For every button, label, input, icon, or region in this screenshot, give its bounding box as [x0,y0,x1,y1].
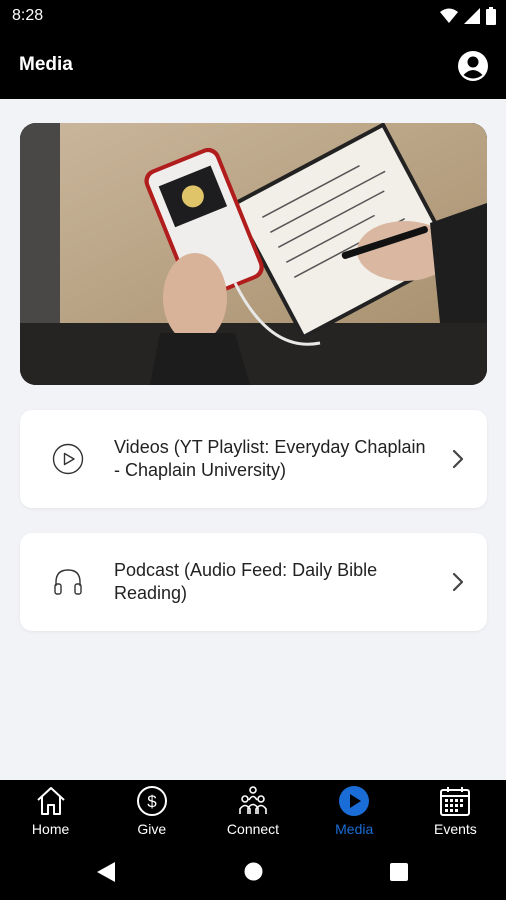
status-icons [440,7,496,25]
app-bar: Media [0,32,506,99]
home-icon [36,787,65,815]
nav-label: Home [31,821,70,837]
headphones-icon [54,569,82,595]
people-icon [239,786,267,814]
media-item-podcast[interactable]: Podcast (Audio Feed: Daily Bible Reading… [20,533,487,631]
signal-icon [464,8,480,24]
wifi-icon [440,8,458,23]
back-icon[interactable] [96,861,116,883]
chevron-right-icon [452,449,464,469]
nav-label: Media [335,821,374,837]
media-item-videos[interactable]: Videos (YT Playlist: Everyday Chaplain -… [20,410,487,508]
status-bar: 8:28 [0,0,506,32]
nav-label: Events [434,821,477,837]
page-title: Media [19,54,73,75]
svg-text:$: $ [147,792,157,811]
nav-label: Connect [226,821,280,837]
nav-item-connect[interactable]: Connect [202,780,303,842]
hero-image [20,123,487,385]
battery-icon [486,7,496,25]
bottom-nav: Home $ Give Connect Media Events [0,780,506,842]
media-item-label: Podcast (Audio Feed: Daily Bible Reading… [114,560,378,603]
nav-item-events[interactable]: Events [405,780,506,842]
play-circle-icon [52,443,84,475]
nav-item-home[interactable]: Home [0,780,101,842]
chevron-right-icon [452,572,464,592]
status-time: 8:28 [12,7,44,24]
nav-label: Give [137,821,167,837]
recents-icon[interactable] [390,863,408,881]
play-circle-filled-icon [339,786,370,816]
media-item-label: Videos (YT Playlist: Everyday Chaplain -… [114,437,426,480]
profile-icon[interactable] [458,51,488,81]
system-nav-bar [0,842,506,900]
dollar-circle-icon: $ [136,786,167,816]
nav-item-media[interactable]: Media [304,780,405,842]
calendar-icon [440,787,471,816]
nav-item-give[interactable]: $ Give [101,780,202,842]
home-circle-icon[interactable] [244,862,263,881]
